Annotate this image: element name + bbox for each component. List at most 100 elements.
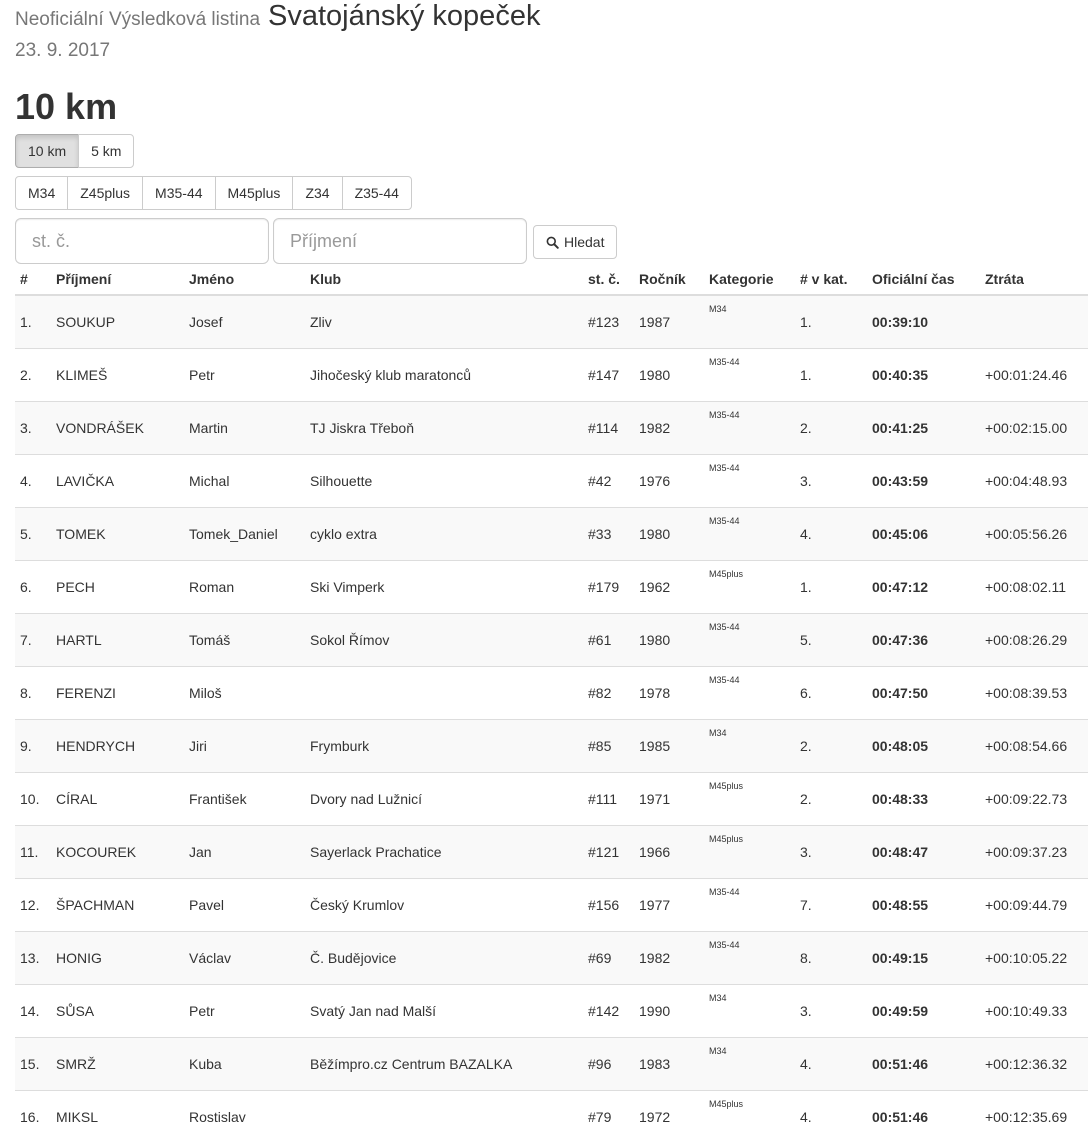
- cell-club: Silhouette: [305, 455, 583, 508]
- cell-bib: #147: [583, 349, 634, 402]
- distance-button[interactable]: 5 km: [78, 134, 134, 168]
- cell-category-rank: 1.: [795, 349, 867, 402]
- cell-time-loss: +00:09:44.79: [980, 879, 1088, 932]
- category-button[interactable]: M45plus: [215, 176, 294, 210]
- cell-category: M45plus: [704, 826, 795, 879]
- cell-official-time: 00:40:35: [867, 349, 980, 402]
- cell-category-rank: 4.: [795, 508, 867, 561]
- bib-search-input[interactable]: [15, 218, 269, 264]
- cell-official-time: 00:47:50: [867, 667, 980, 720]
- cell-category-rank: 4.: [795, 1038, 867, 1091]
- cell-category: M35-44: [704, 932, 795, 985]
- table-row: 4.LAVIČKAMichalSilhouette#421976M35-443.…: [15, 455, 1088, 508]
- cell-surname: MIKSL: [51, 1091, 184, 1143]
- cell-first-name: Martin: [184, 402, 305, 455]
- cell-club: Běžímpro.cz Centrum BAZALKA: [305, 1038, 583, 1091]
- cell-category-rank: 4.: [795, 1091, 867, 1143]
- distance-button[interactable]: 10 km: [15, 134, 79, 168]
- cell-club: Svatý Jan nad Malší: [305, 985, 583, 1038]
- table-row: 8.FERENZIMiloš#821978M35-446.00:47:50+00…: [15, 667, 1088, 720]
- cell-rank: 12.: [15, 879, 51, 932]
- cell-club: [305, 667, 583, 720]
- category-button[interactable]: Z45plus: [67, 176, 143, 210]
- cell-official-time: 00:51:46: [867, 1038, 980, 1091]
- cell-club: Sokol Římov: [305, 614, 583, 667]
- cell-first-name: Petr: [184, 985, 305, 1038]
- cell-club: Dvory nad Lužnicí: [305, 773, 583, 826]
- cell-first-name: Václav: [184, 932, 305, 985]
- cell-first-name: Pavel: [184, 879, 305, 932]
- cell-time-loss: +00:12:36.32: [980, 1038, 1088, 1091]
- cell-club: Č. Budějovice: [305, 932, 583, 985]
- cell-rank: 3.: [15, 402, 51, 455]
- cell-time-loss: +00:02:15.00: [980, 402, 1088, 455]
- cell-category-rank: 6.: [795, 667, 867, 720]
- cell-first-name: Michal: [184, 455, 305, 508]
- event-date: 23. 9. 2017: [15, 40, 1088, 66]
- cell-birth-year: 1985: [634, 720, 704, 773]
- cell-birth-year: 1980: [634, 508, 704, 561]
- cell-club: Zliv: [305, 295, 583, 349]
- cell-club: Frymburk: [305, 720, 583, 773]
- cell-birth-year: 1990: [634, 985, 704, 1038]
- table-row: 12.ŠPACHMANPavelČeský Krumlov#1561977M35…: [15, 879, 1088, 932]
- cell-category: M34: [704, 720, 795, 773]
- cell-birth-year: 1983: [634, 1038, 704, 1091]
- cell-rank: 1.: [15, 295, 51, 349]
- cell-category-rank: 2.: [795, 402, 867, 455]
- cell-surname: HARTL: [51, 614, 184, 667]
- cell-category: M45plus: [704, 1091, 795, 1143]
- table-row: 6.PECHRomanSki Vimperk#1791962M45plus1.0…: [15, 561, 1088, 614]
- column-header-category: Kategorie: [704, 264, 795, 295]
- cell-surname: LAVIČKA: [51, 455, 184, 508]
- cell-time-loss: +00:10:05.22: [980, 932, 1088, 985]
- cell-time-loss: +00:05:56.26: [980, 508, 1088, 561]
- column-header-surname: Příjmení: [51, 264, 184, 295]
- cell-rank: 13.: [15, 932, 51, 985]
- cell-birth-year: 1982: [634, 402, 704, 455]
- cell-surname: HENDRYCH: [51, 720, 184, 773]
- cell-time-loss: [980, 295, 1088, 349]
- cell-club: cyklo extra: [305, 508, 583, 561]
- cell-official-time: 00:39:10: [867, 295, 980, 349]
- cell-time-loss: +00:09:22.73: [980, 773, 1088, 826]
- category-button[interactable]: M34: [15, 176, 68, 210]
- cell-club: [305, 1091, 583, 1143]
- cell-bib: #42: [583, 455, 634, 508]
- cell-bib: #179: [583, 561, 634, 614]
- surname-search-input[interactable]: [273, 218, 527, 264]
- cell-category: M35-44: [704, 614, 795, 667]
- cell-category: M45plus: [704, 561, 795, 614]
- cell-bib: #61: [583, 614, 634, 667]
- category-button[interactable]: Z35-44: [342, 176, 412, 210]
- cell-official-time: 00:49:15: [867, 932, 980, 985]
- cell-club: Ski Vimperk: [305, 561, 583, 614]
- cell-official-time: 00:49:59: [867, 985, 980, 1038]
- table-row: 16.MIKSLRostislav#791972M45plus4.00:51:4…: [15, 1091, 1088, 1143]
- search-form: Hledat: [15, 218, 617, 264]
- cell-bib: #79: [583, 1091, 634, 1143]
- table-row: 7.HARTLTomášSokol Římov#611980M35-445.00…: [15, 614, 1088, 667]
- race-title: 10 km: [15, 86, 1088, 128]
- cell-birth-year: 1966: [634, 826, 704, 879]
- table-row: 2.KLIMEŠPetrJihočeský klub maratonců#147…: [15, 349, 1088, 402]
- cell-category-rank: 3.: [795, 455, 867, 508]
- category-button[interactable]: Z34: [292, 176, 342, 210]
- cell-bib: #96: [583, 1038, 634, 1091]
- cell-surname: SŮSA: [51, 985, 184, 1038]
- cell-rank: 5.: [15, 508, 51, 561]
- cell-category: M35-44: [704, 455, 795, 508]
- cell-category-rank: 7.: [795, 879, 867, 932]
- cell-category-rank: 3.: [795, 985, 867, 1038]
- category-button[interactable]: M35-44: [142, 176, 215, 210]
- cell-official-time: 00:43:59: [867, 455, 980, 508]
- results-table-body: 1.SOUKUPJosefZliv#1231987M341.00:39:102.…: [15, 295, 1088, 1143]
- cell-first-name: František: [184, 773, 305, 826]
- cell-official-time: 00:48:47: [867, 826, 980, 879]
- cell-first-name: Jan: [184, 826, 305, 879]
- table-row: 13.HONIGVáclavČ. Budějovice#691982M35-44…: [15, 932, 1088, 985]
- cell-bib: #142: [583, 985, 634, 1038]
- search-button[interactable]: Hledat: [533, 225, 617, 259]
- cell-category-rank: 3.: [795, 826, 867, 879]
- column-header-birth-year: Ročník: [634, 264, 704, 295]
